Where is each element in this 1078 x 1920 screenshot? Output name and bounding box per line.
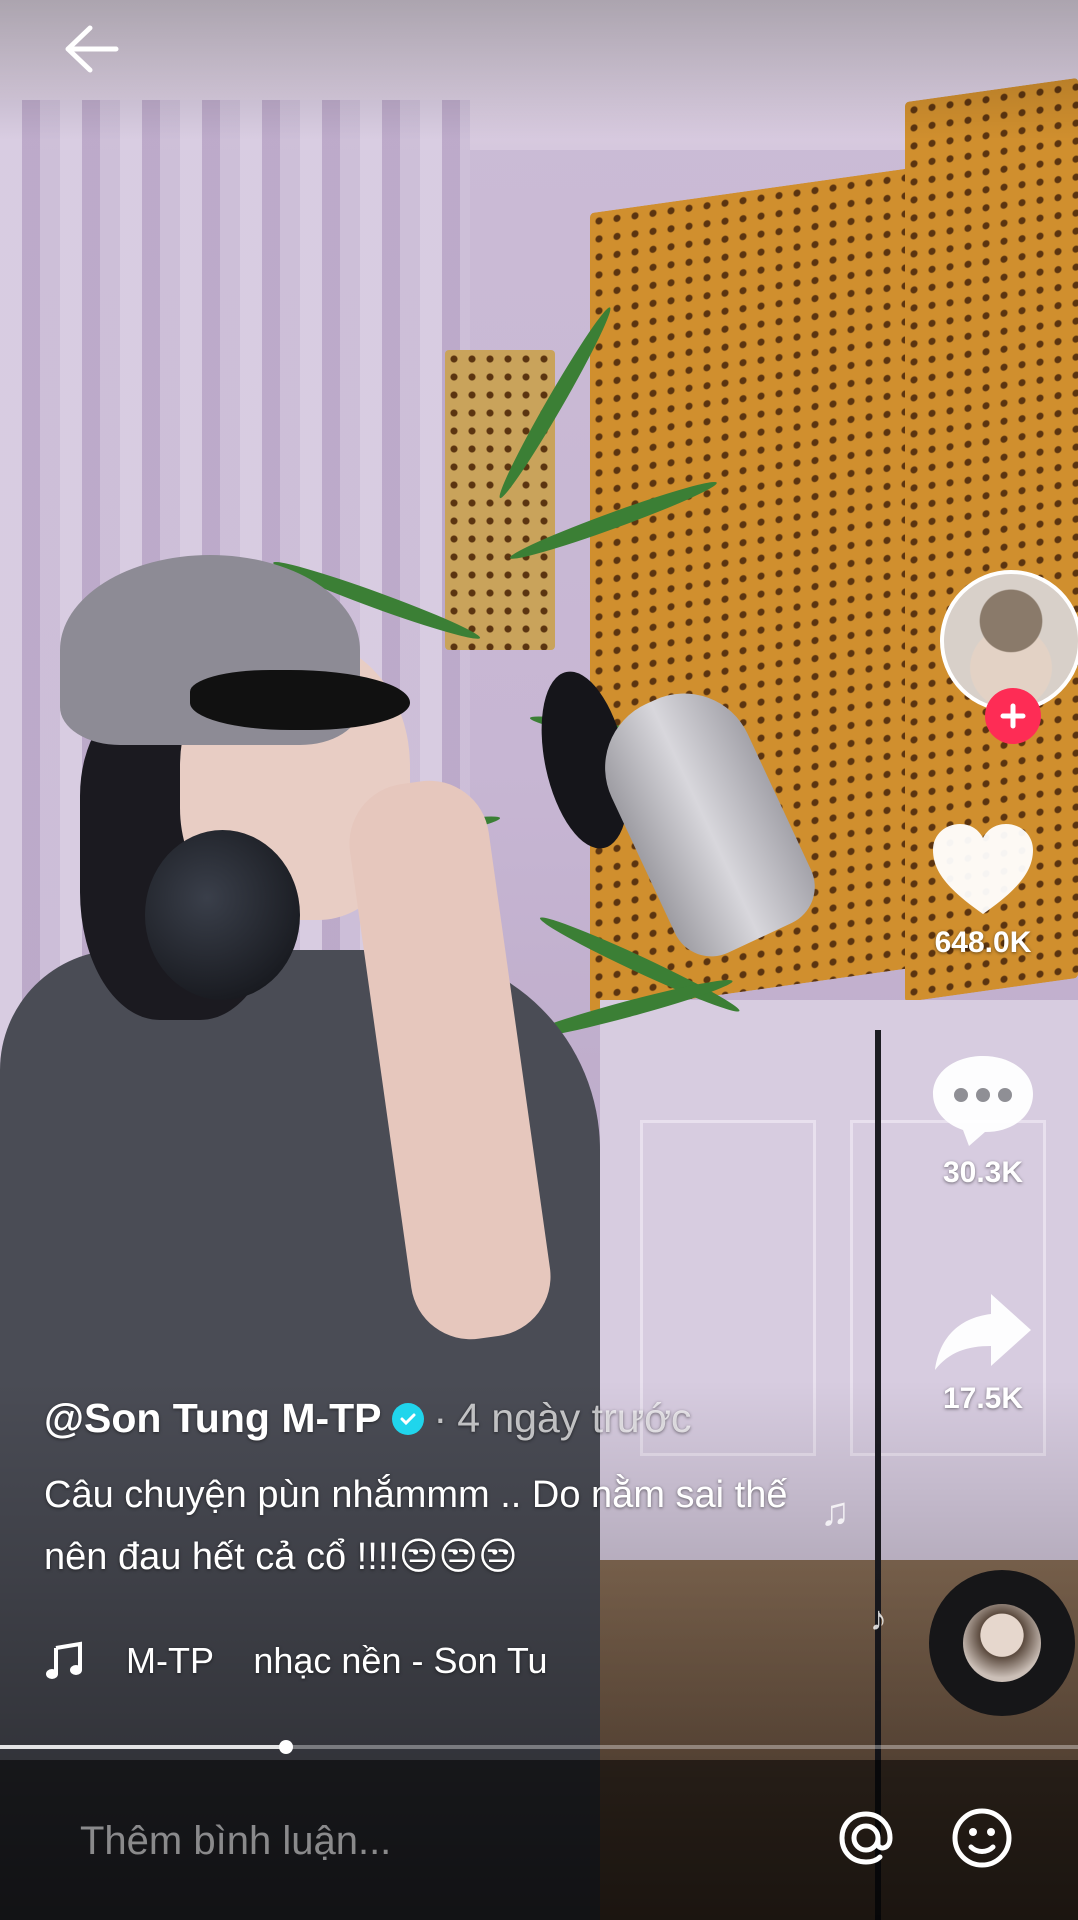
- progress-fill: [0, 1745, 286, 1749]
- video-progress-bar[interactable]: [0, 1740, 1078, 1754]
- comment-count: 30.3K: [942, 1156, 1024, 1189]
- like-count: 648.0K: [934, 926, 1032, 959]
- post-time: 4 ngày trước: [457, 1395, 692, 1441]
- video-meta: @Son Tung M-TP · 4 ngày trước Câu chuyện…: [44, 1395, 844, 1588]
- mention-button[interactable]: [830, 1802, 902, 1874]
- video-caption[interactable]: Câu chuyện pùn nhắmmm .. Do nằm sai thế …: [44, 1464, 804, 1588]
- music-title: M-TP nhạc nền - Son Tu: [126, 1640, 548, 1681]
- follow-button[interactable]: [985, 688, 1041, 744]
- arrow-left-icon: [65, 25, 119, 73]
- comment-bubble-icon: [933, 1056, 1033, 1146]
- plus-icon: [1000, 703, 1026, 729]
- comment-button[interactable]: 30.3K: [888, 1050, 1078, 1190]
- emoji-button[interactable]: [946, 1802, 1018, 1874]
- author-name[interactable]: @Son Tung M-TP: [44, 1395, 382, 1442]
- music-disc-icon: [963, 1604, 1041, 1682]
- heart-icon: [933, 824, 1033, 914]
- time-separator: ·: [433, 1395, 448, 1441]
- music-note-icon: ♪: [870, 1600, 887, 1638]
- action-rail: 648.0K 30.3K 17.5K: [888, 0, 1078, 1920]
- music-note-icon: [46, 1641, 82, 1679]
- share-button[interactable]: 17.5K: [888, 1290, 1078, 1416]
- like-button[interactable]: 648.0K: [888, 820, 1078, 960]
- video-overlay: 648.0K 30.3K 17.5K ♫ ♪ @Son Tung M-TP · …: [0, 0, 1078, 1920]
- creator-avatar-group[interactable]: [940, 570, 1078, 744]
- author-line: @Son Tung M-TP · 4 ngày trước: [44, 1395, 844, 1442]
- comment-input[interactable]: [78, 1810, 782, 1872]
- emoji-face-icon: [952, 1808, 1012, 1868]
- progress-knob[interactable]: [278, 1740, 293, 1754]
- share-arrow-icon: [935, 1294, 1031, 1370]
- music-disc-button[interactable]: [929, 1570, 1075, 1716]
- music-line[interactable]: M-TP nhạc nền - Son Tu: [44, 1640, 686, 1682]
- at-sign-icon: [839, 1811, 893, 1865]
- comment-bar: [0, 1760, 1078, 1920]
- verified-badge-icon: [391, 1402, 424, 1435]
- back-button[interactable]: [56, 14, 126, 84]
- share-count: 17.5K: [942, 1382, 1024, 1415]
